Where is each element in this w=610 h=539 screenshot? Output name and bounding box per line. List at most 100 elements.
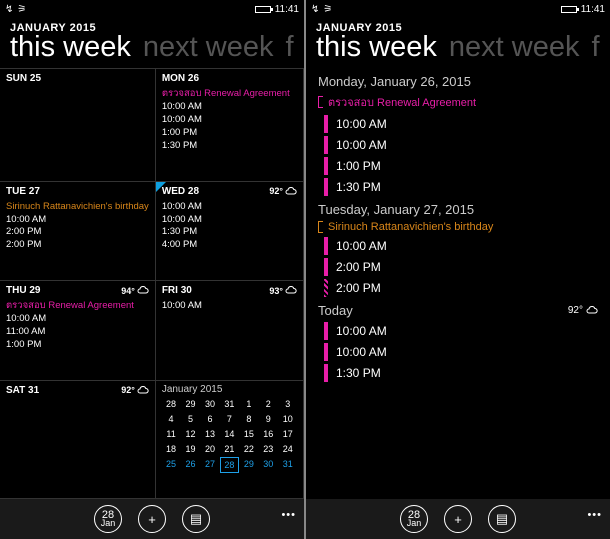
weather-temp: 92° bbox=[568, 305, 598, 316]
today-button[interactable]: 28Jan bbox=[400, 505, 428, 533]
more-button[interactable]: ••• bbox=[587, 509, 602, 521]
event-line[interactable]: 10:00 AM bbox=[162, 214, 297, 227]
agenda-allday-event[interactable]: Sirinuch Rattanavichien's birthday bbox=[318, 221, 598, 233]
mini-day[interactable]: 6 bbox=[201, 412, 219, 426]
pivot-feb[interactable]: feb bbox=[285, 32, 294, 62]
mini-day[interactable]: 29 bbox=[181, 397, 199, 411]
mini-month-title: January 2015 bbox=[162, 384, 297, 395]
day-cell[interactable]: THU 2994° ตรวจสอบ Renewal Agreement10:00… bbox=[0, 281, 156, 381]
mini-month[interactable]: January 20152829303112345678910111213141… bbox=[156, 381, 304, 499]
mini-day[interactable]: 10 bbox=[279, 412, 297, 426]
mini-day[interactable]: 14 bbox=[220, 427, 238, 441]
mini-day[interactable]: 30 bbox=[201, 397, 219, 411]
agenda-item[interactable]: 2:00 PM bbox=[324, 258, 598, 276]
agenda-item[interactable]: 1:30 PM bbox=[324, 364, 598, 382]
event-line[interactable]: 4:00 PM bbox=[162, 239, 297, 252]
pivot-next-week[interactable]: next week bbox=[143, 32, 274, 62]
event-color-bar bbox=[324, 322, 328, 340]
app-bar: 28Jan + ▤ ••• bbox=[0, 499, 304, 539]
agenda-list[interactable]: Monday, January 26, 2015ตรวจสอบ Renewal … bbox=[306, 62, 610, 499]
pivot-this-week[interactable]: this week bbox=[10, 32, 131, 62]
agenda-item[interactable]: 10:00 AM bbox=[324, 343, 598, 361]
wifi-icon: ⚞ bbox=[17, 4, 26, 15]
mini-day[interactable]: 12 bbox=[181, 427, 199, 441]
day-cell[interactable]: MON 26ตรวจสอบ Renewal Agreement10:00 AM1… bbox=[156, 69, 304, 181]
wifi-icon: ⚞ bbox=[323, 4, 332, 15]
agenda-item[interactable]: 1:30 PM bbox=[324, 178, 598, 196]
event-line[interactable]: 1:30 PM bbox=[162, 226, 297, 239]
mini-day[interactable]: 22 bbox=[240, 442, 258, 456]
view-button[interactable]: ▤ bbox=[182, 505, 210, 533]
pivot-tabs[interactable]: this week next week feb bbox=[316, 32, 600, 62]
event-line[interactable]: 2:00 PM bbox=[6, 239, 149, 252]
mini-day[interactable]: 17 bbox=[279, 427, 297, 441]
event-line[interactable]: 10:00 AM bbox=[6, 313, 149, 326]
event-line[interactable]: 10:00 AM bbox=[6, 214, 149, 227]
event-line[interactable]: 2:00 PM bbox=[6, 226, 149, 239]
agenda-allday-event[interactable]: ตรวจสอบ Renewal Agreement bbox=[318, 93, 598, 111]
event-line[interactable]: ตรวจสอบ Renewal Agreement bbox=[6, 300, 149, 313]
event-line[interactable]: 1:30 PM bbox=[162, 140, 297, 153]
agenda-item[interactable]: 10:00 AM bbox=[324, 322, 598, 340]
agenda-item[interactable]: 2:00 PM bbox=[324, 279, 598, 297]
day-cell[interactable]: TUE 27Sirinuch Rattanavichien's birthday… bbox=[0, 182, 156, 282]
mini-day[interactable]: 31 bbox=[220, 397, 238, 411]
day-cell[interactable]: SUN 25 bbox=[0, 69, 156, 181]
mini-day[interactable]: 16 bbox=[259, 427, 277, 441]
mini-day[interactable]: 13 bbox=[201, 427, 219, 441]
agenda-item[interactable]: 10:00 AM bbox=[324, 237, 598, 255]
mini-day[interactable]: 28 bbox=[162, 397, 180, 411]
pivot-this-week[interactable]: this week bbox=[316, 32, 437, 62]
mini-day[interactable]: 30 bbox=[259, 457, 277, 473]
mini-day[interactable]: 1 bbox=[240, 397, 258, 411]
event-line[interactable]: 10:00 AM bbox=[162, 300, 297, 313]
mini-day[interactable]: 3 bbox=[279, 397, 297, 411]
mini-day[interactable]: 8 bbox=[240, 412, 258, 426]
day-cell[interactable]: SAT 3192° bbox=[0, 381, 156, 499]
day-cell[interactable]: WED 2892° 10:00 AM10:00 AM1:30 PM4:00 PM bbox=[156, 182, 304, 282]
view-button[interactable]: ▤ bbox=[488, 505, 516, 533]
mini-day[interactable]: 29 bbox=[240, 457, 258, 473]
mini-day[interactable]: 27 bbox=[201, 457, 219, 473]
event-line[interactable]: 1:00 PM bbox=[162, 127, 297, 140]
mini-day[interactable]: 26 bbox=[181, 457, 199, 473]
mini-day[interactable]: 28 bbox=[220, 457, 238, 473]
mini-day[interactable]: 31 bbox=[279, 457, 297, 473]
event-line[interactable]: 11:00 AM bbox=[6, 326, 149, 339]
mini-day[interactable]: 2 bbox=[259, 397, 277, 411]
mini-day[interactable]: 18 bbox=[162, 442, 180, 456]
mini-day[interactable]: 19 bbox=[181, 442, 199, 456]
event-line[interactable]: 10:00 AM bbox=[162, 101, 297, 114]
mini-day[interactable]: 20 bbox=[201, 442, 219, 456]
mini-day[interactable]: 15 bbox=[240, 427, 258, 441]
day-cell[interactable]: FRI 3093° 10:00 AM bbox=[156, 281, 304, 381]
event-line[interactable]: 10:00 AM bbox=[162, 114, 297, 127]
event-line[interactable]: Sirinuch Rattanavichien's birthday bbox=[6, 201, 149, 214]
mini-day[interactable]: 7 bbox=[220, 412, 238, 426]
mini-day[interactable]: 4 bbox=[162, 412, 180, 426]
mini-day[interactable]: 11 bbox=[162, 427, 180, 441]
pivot-next-week[interactable]: next week bbox=[449, 32, 580, 62]
agenda-item[interactable]: 10:00 AM bbox=[324, 136, 598, 154]
agenda-time: 10:00 AM bbox=[336, 138, 387, 152]
mini-day[interactable]: 25 bbox=[162, 457, 180, 473]
mini-day[interactable]: 23 bbox=[259, 442, 277, 456]
today-button[interactable]: 28Jan bbox=[94, 505, 122, 533]
mini-day[interactable]: 21 bbox=[220, 442, 238, 456]
mini-day[interactable]: 5 bbox=[181, 412, 199, 426]
add-button[interactable]: + bbox=[444, 505, 472, 533]
weather-temp: 92° bbox=[121, 385, 149, 395]
today-marker bbox=[156, 182, 166, 192]
event-line[interactable]: 10:00 AM bbox=[162, 201, 297, 214]
event-color-bar bbox=[324, 157, 328, 175]
pivot-tabs[interactable]: this week next week feb bbox=[10, 32, 294, 62]
mini-day[interactable]: 9 bbox=[259, 412, 277, 426]
agenda-item[interactable]: 1:00 PM bbox=[324, 157, 598, 175]
agenda-item[interactable]: 10:00 AM bbox=[324, 115, 598, 133]
add-button[interactable]: + bbox=[138, 505, 166, 533]
event-line[interactable]: ตรวจสอบ Renewal Agreement bbox=[162, 88, 297, 101]
event-line[interactable]: 1:00 PM bbox=[6, 339, 149, 352]
more-button[interactable]: ••• bbox=[281, 509, 296, 521]
mini-day[interactable]: 24 bbox=[279, 442, 297, 456]
pivot-feb[interactable]: feb bbox=[591, 32, 600, 62]
